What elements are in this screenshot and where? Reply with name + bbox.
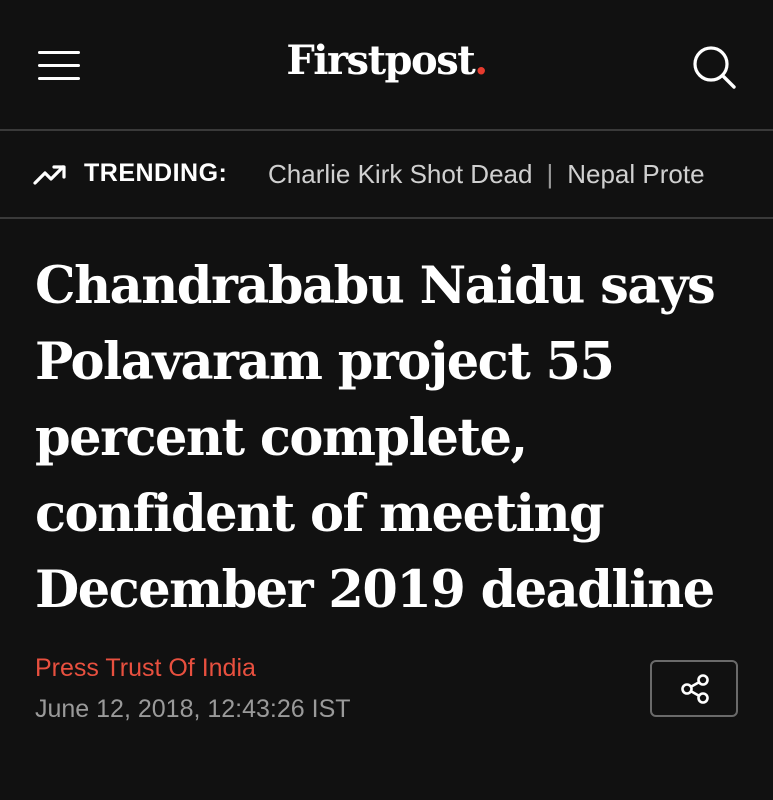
article-headline: Chandrababu Naidu says Polavaram project… (35, 256, 716, 620)
trending-item[interactable]: Charlie Kirk Shot Dead (268, 159, 532, 189)
share-button[interactable] (650, 660, 738, 717)
logo-dot: . (474, 37, 488, 84)
article-date: June 12, 2018, 12:43:26 IST (35, 695, 351, 723)
search-button[interactable] (690, 44, 738, 90)
site-logo[interactable]: Firstpost. (0, 37, 773, 84)
logo-text: Firstpost (286, 37, 475, 84)
share-icon (681, 674, 709, 704)
trending-up-icon (33, 165, 66, 185)
trending-separator: | (546, 159, 554, 189)
search-icon (693, 46, 736, 89)
article-author[interactable]: Press Trust Of India (35, 654, 256, 683)
trending-label: TRENDING: (84, 159, 228, 187)
site-header: Firstpost. (0, 0, 773, 131)
trending-bar: TRENDING: Charlie Kirk Shot Dead | Nepal P… (0, 131, 773, 219)
trending-item[interactable]: Nepal Prote (567, 159, 704, 189)
trending-list: Charlie Kirk Shot Dead | Nepal Prote (268, 159, 740, 193)
